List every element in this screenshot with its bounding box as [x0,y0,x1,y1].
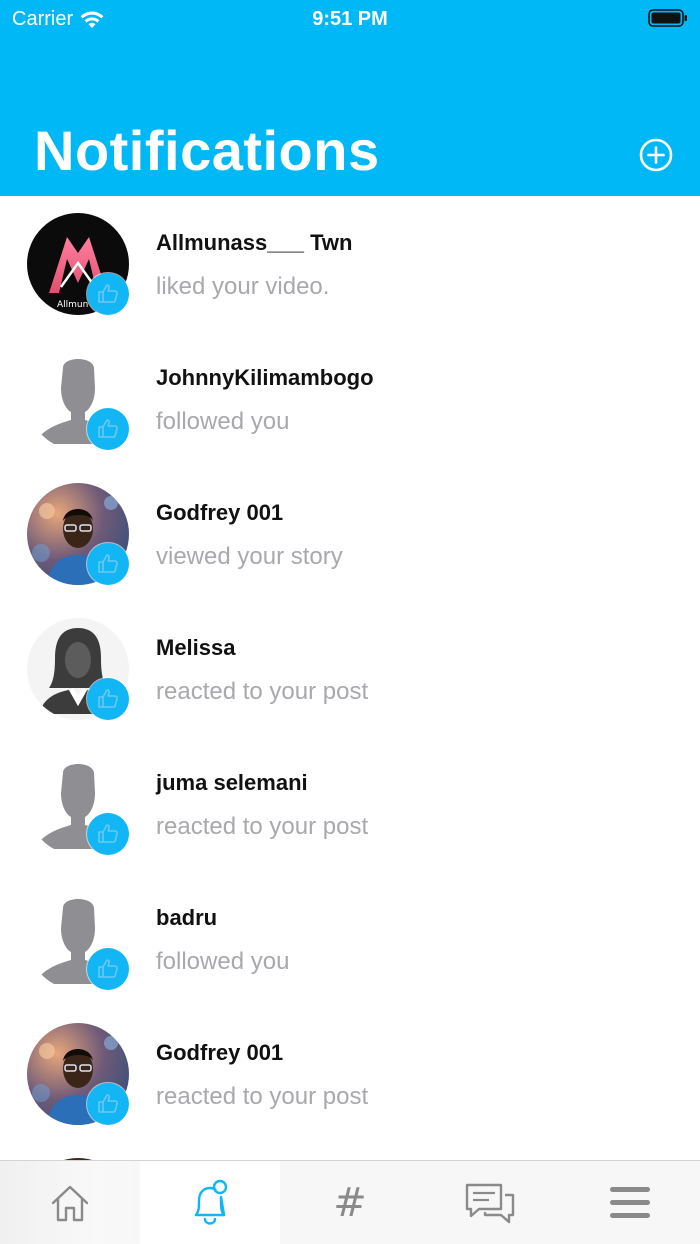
activity-text: reacted to your post [156,678,369,705]
thumbs-up-badge [87,1083,129,1125]
chat-icon [465,1183,515,1224]
user-name: badru [156,905,218,930]
notification-item-partial[interactable] [0,1141,700,1160]
hashtag-icon: # [333,1180,367,1226]
page-title: Notifications [34,119,380,182]
thumbs-up-badge [87,948,129,990]
plus-circle-icon[interactable] [639,138,673,172]
avatar[interactable] [27,348,129,450]
user-name: Godfrey 001 [156,1040,284,1065]
notification-list[interactable]: Allmun Allmunass___ Twn liked your video… [0,196,700,1160]
thumbs-up-icon [98,1094,118,1113]
notification-item[interactable]: Allmun Allmunass___ Twn liked your video… [0,196,700,331]
battery-icon [648,9,687,27]
tab-notifications[interactable] [140,1161,280,1244]
notification-item[interactable]: Godfrey 001 reacted to your post [0,1006,700,1141]
thumbs-up-icon [98,419,118,438]
clock: 9:51 PM [312,8,388,30]
notification-item[interactable]: juma selemani reacted to your post [0,736,700,871]
thumbs-up-badge [87,678,129,720]
notification-item[interactable]: Godfrey 001 viewed your story [0,466,700,601]
avatar[interactable]: Allmun [27,213,129,315]
activity-text: liked your video. [156,273,330,300]
activity-text: viewed your story [156,543,343,570]
thumbs-up-icon [98,959,118,978]
thumbs-up-badge [87,273,129,315]
avatar[interactable] [27,1023,129,1125]
activity-text: followed you [156,408,290,435]
thumbs-up-icon [98,554,118,573]
tab-home[interactable] [0,1161,140,1244]
notification-item[interactable]: Melissa reacted to your post [0,601,700,736]
thumbs-up-badge [87,408,129,450]
menu-icon [610,1187,650,1218]
thumbs-up-icon [98,824,118,843]
avatar[interactable] [27,753,129,855]
user-name: Godfrey 001 [156,500,284,525]
thumbs-up-icon [98,284,118,303]
user-name: Allmunass___ Twn [156,230,353,255]
svg-text:Allmun: Allmun [57,300,88,310]
notification-item[interactable]: JohnnyKilimambogo followed you [0,331,700,466]
activity-text: followed you [156,948,290,975]
user-name: JohnnyKilimambogo [156,365,374,390]
activity-text: reacted to your post [156,813,369,840]
thumbs-up-icon [98,689,118,708]
header: Carrier 9:51 PM Notifications [0,0,700,196]
user-name: juma selemani [156,770,308,795]
notification-item[interactable]: badru followed you [0,871,700,1006]
avatar[interactable] [27,888,129,990]
tab-menu[interactable] [560,1161,700,1244]
bell-icon [194,1179,228,1225]
activity-text: reacted to your post [156,1083,369,1110]
thumbs-up-badge [87,543,129,585]
avatar[interactable] [27,618,129,720]
avatar[interactable] [27,483,129,585]
home-icon [51,1185,89,1222]
thumbs-up-badge [87,813,129,855]
tab-bar: # [0,1160,700,1244]
user-name: Melissa [156,635,236,660]
status-bar: Carrier 9:51 PM [0,0,700,40]
tab-hashtag[interactable]: # [280,1161,420,1244]
tab-messages[interactable] [420,1161,560,1244]
